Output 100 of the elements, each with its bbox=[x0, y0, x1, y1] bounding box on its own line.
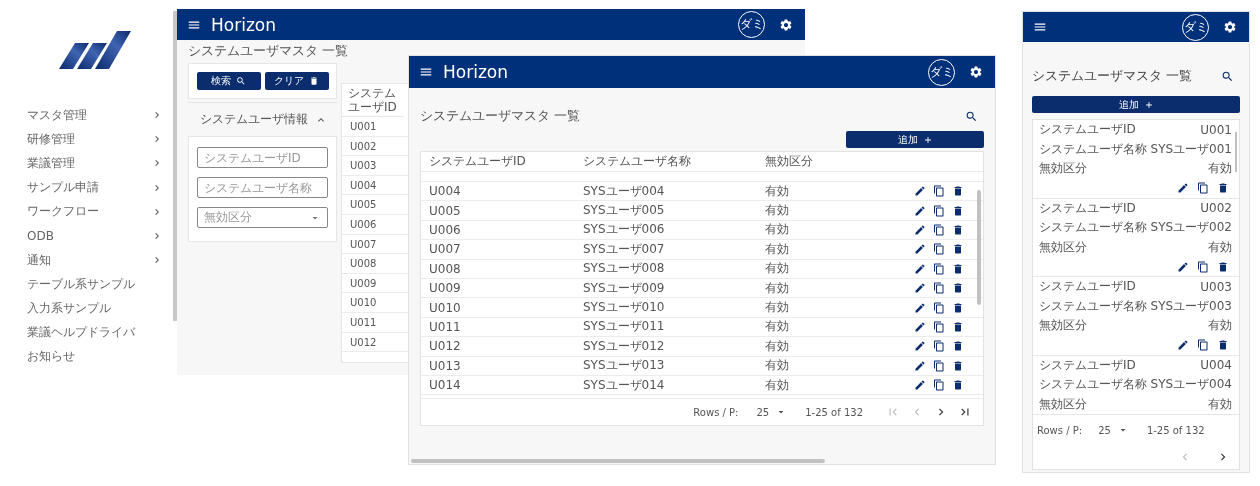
table-cell-text: 有効 bbox=[765, 337, 790, 355]
copy-button[interactable] bbox=[932, 300, 946, 315]
field-label: システムユーザID bbox=[1039, 278, 1136, 296]
pencil-icon bbox=[1177, 182, 1189, 194]
pencil-icon bbox=[914, 282, 926, 295]
copy-button[interactable] bbox=[932, 358, 946, 373]
field-label: システムユーザ名称 bbox=[1039, 297, 1147, 315]
copy-icon bbox=[933, 359, 945, 372]
scrollbar[interactable] bbox=[1235, 132, 1237, 172]
edit-button[interactable] bbox=[913, 242, 927, 257]
copy-icon bbox=[933, 223, 945, 236]
input-field[interactable]: システムユーザID bbox=[197, 147, 328, 168]
sidebar-item[interactable]: 研修管理 bbox=[0, 127, 177, 152]
edit-button[interactable] bbox=[913, 378, 927, 393]
edit-button[interactable] bbox=[913, 184, 927, 199]
copy-icon bbox=[933, 379, 945, 392]
copy-button[interactable] bbox=[932, 281, 946, 296]
sidebar-item[interactable]: ワークフロー bbox=[0, 199, 177, 224]
pencil-icon bbox=[1177, 339, 1189, 351]
table-cell-text: U009 bbox=[429, 281, 462, 296]
clear-button[interactable]: クリア bbox=[264, 72, 329, 90]
field-value: SYSユーザ004 bbox=[1150, 376, 1232, 394]
copy-button[interactable] bbox=[932, 222, 946, 237]
table-cell-text: SYSユーザ011 bbox=[583, 318, 666, 336]
copy-button[interactable] bbox=[932, 203, 946, 218]
sidebar-item[interactable]: マスタ管理 bbox=[0, 103, 177, 128]
trash-icon bbox=[952, 185, 964, 198]
app-title: Horizon bbox=[443, 62, 508, 82]
edit-button[interactable] bbox=[1176, 181, 1190, 195]
field-value: U003 bbox=[1200, 279, 1232, 294]
table-cell-text: SYSユーザ010 bbox=[583, 299, 666, 317]
copy-button[interactable] bbox=[932, 242, 946, 257]
search-icon bbox=[236, 76, 246, 86]
copy-button[interactable] bbox=[1196, 259, 1210, 274]
add-button[interactable]: 追加 bbox=[846, 131, 984, 148]
pencil-icon bbox=[1177, 260, 1189, 273]
sidebar-item[interactable]: 通知 bbox=[0, 248, 177, 273]
column-header: 無効区分 bbox=[765, 153, 814, 170]
scrollbar[interactable] bbox=[173, 11, 177, 321]
sidebar-item[interactable]: テーブル系サンプル bbox=[0, 272, 177, 297]
search-button[interactable]: 検索 bbox=[196, 72, 261, 90]
copy-button[interactable] bbox=[932, 319, 946, 334]
table-cell-text: 有効 bbox=[765, 318, 790, 336]
trash-icon bbox=[952, 359, 964, 372]
sidebar-item[interactable]: 業議管理 bbox=[0, 151, 177, 176]
sidebar-item[interactable]: ODB bbox=[0, 223, 177, 249]
copy-button[interactable] bbox=[932, 339, 946, 354]
edit-button[interactable] bbox=[913, 281, 927, 296]
rows-per-page-label: Rows / P: bbox=[1037, 424, 1083, 436]
copy-button[interactable] bbox=[932, 184, 946, 199]
copy-icon bbox=[933, 262, 945, 275]
sidebar-item[interactable]: 業議ヘルプドライバ bbox=[0, 320, 177, 345]
edit-button[interactable] bbox=[1176, 338, 1190, 352]
field-value: SYSユーザ001 bbox=[1150, 140, 1232, 158]
copy-icon bbox=[933, 243, 945, 256]
page-title: システムユーザマスタ 一覧 bbox=[188, 42, 350, 60]
table-cell-text: SYSユーザ009 bbox=[583, 279, 666, 297]
trash-icon bbox=[952, 282, 964, 295]
copy-icon bbox=[1197, 339, 1209, 351]
table-cell-text: SYSユーザ006 bbox=[583, 221, 666, 239]
sidebar-item[interactable]: 入力系サンプル bbox=[0, 296, 177, 321]
field-value: 有効 bbox=[1208, 317, 1232, 335]
edit-button[interactable] bbox=[913, 339, 927, 354]
field-label: システムユーザ名称 bbox=[1039, 376, 1147, 394]
search-icon bbox=[1221, 69, 1234, 83]
trash-icon bbox=[1217, 182, 1229, 194]
copy-icon bbox=[933, 320, 945, 333]
trash-icon bbox=[952, 320, 964, 333]
scrollbar[interactable] bbox=[977, 190, 981, 305]
scrollbar[interactable] bbox=[411, 459, 825, 463]
table-cell-text: SYSユーザ008 bbox=[583, 260, 666, 278]
page-range-text: 1-25 of 132 bbox=[805, 406, 863, 418]
copy-button[interactable] bbox=[1196, 181, 1210, 195]
table-cell-text: 有効 bbox=[765, 221, 790, 239]
table-cell-text: U011 bbox=[429, 319, 462, 334]
trash-icon bbox=[952, 301, 964, 314]
trash-icon bbox=[952, 243, 964, 256]
pencil-icon bbox=[914, 320, 926, 333]
sidebar-item[interactable]: お知らせ bbox=[0, 344, 177, 370]
copy-button[interactable] bbox=[1196, 338, 1210, 352]
table-cell-text: U014 bbox=[429, 378, 462, 393]
field-value: 有効 bbox=[1208, 160, 1232, 178]
field-value: 有効 bbox=[1208, 238, 1232, 256]
table-cell-text: U008 bbox=[429, 261, 462, 276]
trash-icon bbox=[952, 340, 964, 353]
copy-button[interactable] bbox=[932, 378, 946, 393]
sidebar-item[interactable]: サンプル申請 bbox=[0, 175, 177, 200]
trash-icon bbox=[1217, 339, 1229, 351]
table-cell-text: 有効 bbox=[765, 357, 790, 375]
table-cell-text: 有効 bbox=[765, 279, 790, 297]
copy-icon bbox=[1197, 182, 1209, 194]
field-value: SYSユーザ003 bbox=[1150, 297, 1232, 315]
rows-per-page-select[interactable]: 25 bbox=[756, 406, 788, 418]
rows-per-page-select[interactable]: 25 bbox=[1098, 424, 1129, 436]
table-cell-text: SYSユーザ013 bbox=[583, 357, 666, 375]
add-button[interactable]: 追加 bbox=[1032, 96, 1240, 113]
copy-button[interactable] bbox=[932, 261, 946, 276]
input-field[interactable]: システムユーザ名称 bbox=[197, 177, 328, 198]
field-value: U001 bbox=[1200, 122, 1232, 137]
field-value: U004 bbox=[1200, 358, 1232, 373]
